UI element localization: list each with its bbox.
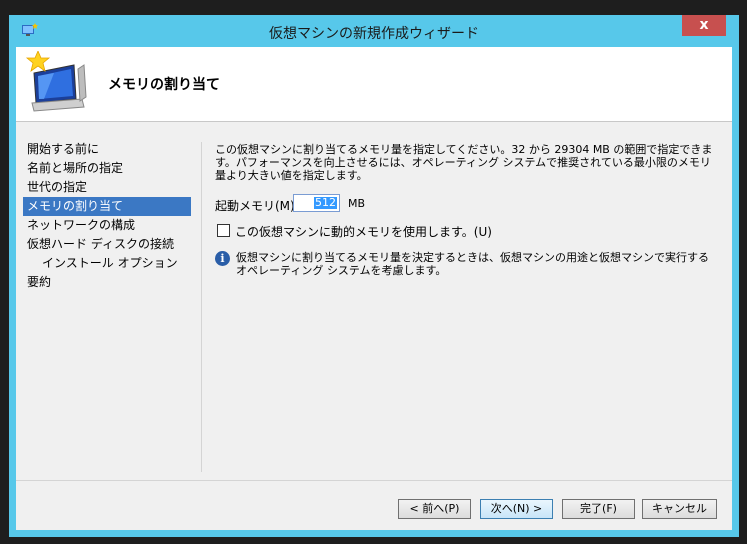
nav-item-install-options[interactable]: インストール オプション xyxy=(23,254,191,273)
footer-divider xyxy=(16,480,732,481)
nav-item-before-you-begin[interactable]: 開始する前に xyxy=(23,140,191,159)
nav-item-virtual-disk[interactable]: 仮想ハード ディスクの接続 xyxy=(23,235,191,254)
info-note: i 仮想マシンに割り当てるメモリ量を決定するときは、仮想マシンの用途と仮想マシン… xyxy=(215,251,715,277)
computer-star-icon xyxy=(25,51,87,112)
prev-button[interactable]: < 前へ(P) xyxy=(398,499,471,519)
nav-item-summary[interactable]: 要約 xyxy=(23,273,191,292)
window-title: 仮想マシンの新規作成ウィザード xyxy=(269,26,479,42)
startup-memory-value: 512 xyxy=(314,196,337,209)
nav-item-name-location[interactable]: 名前と場所の指定 xyxy=(23,159,191,178)
startup-memory-row: 起動メモリ(M): 512 MB xyxy=(215,194,615,214)
finish-button[interactable]: 完了(F) xyxy=(562,499,635,519)
info-text: 仮想マシンに割り当てるメモリ量を決定するときは、仮想マシンの用途と仮想マシンで実… xyxy=(236,251,709,277)
memory-content: この仮想マシンに割り当てるメモリ量を指定してください。32 から 29304 M… xyxy=(215,143,715,277)
memory-description: この仮想マシンに割り当てるメモリ量を指定してください。32 から 29304 M… xyxy=(215,143,713,182)
next-button[interactable]: 次へ(N) > xyxy=(480,499,553,519)
nav-item-memory[interactable]: メモリの割り当て xyxy=(23,197,191,216)
wizard-client-area: メモリの割り当て 開始する前に 名前と場所の指定 世代の指定 メモリの割り当て … xyxy=(16,47,732,530)
wizard-nav: 開始する前に 名前と場所の指定 世代の指定 メモリの割り当て ネットワークの構成… xyxy=(23,140,191,292)
nav-divider xyxy=(201,142,202,472)
wizard-window: 仮想マシンの新規作成ウィザード x メモリの割り当て 開始する前に 名前と場所の… xyxy=(9,15,739,537)
close-button[interactable]: x xyxy=(682,15,726,36)
startup-memory-input[interactable]: 512 xyxy=(293,194,340,212)
dynamic-memory-row[interactable]: この仮想マシンに動的メモリを使用します。(U) xyxy=(215,223,615,239)
memory-unit-label: MB xyxy=(348,197,366,210)
info-icon: i xyxy=(215,251,230,266)
startup-memory-label: 起動メモリ(M): xyxy=(215,199,299,213)
dynamic-memory-label[interactable]: この仮想マシンに動的メモリを使用します。(U) xyxy=(235,223,492,240)
nav-item-generation[interactable]: 世代の指定 xyxy=(23,178,191,197)
dynamic-memory-checkbox[interactable] xyxy=(217,224,230,237)
page-title: メモリの割り当て xyxy=(108,77,220,93)
nav-item-network[interactable]: ネットワークの構成 xyxy=(23,216,191,235)
title-bar[interactable]: 仮想マシンの新規作成ウィザード x xyxy=(9,15,739,47)
wizard-header: メモリの割り当て xyxy=(16,47,732,122)
cancel-button[interactable]: キャンセル xyxy=(642,499,717,519)
